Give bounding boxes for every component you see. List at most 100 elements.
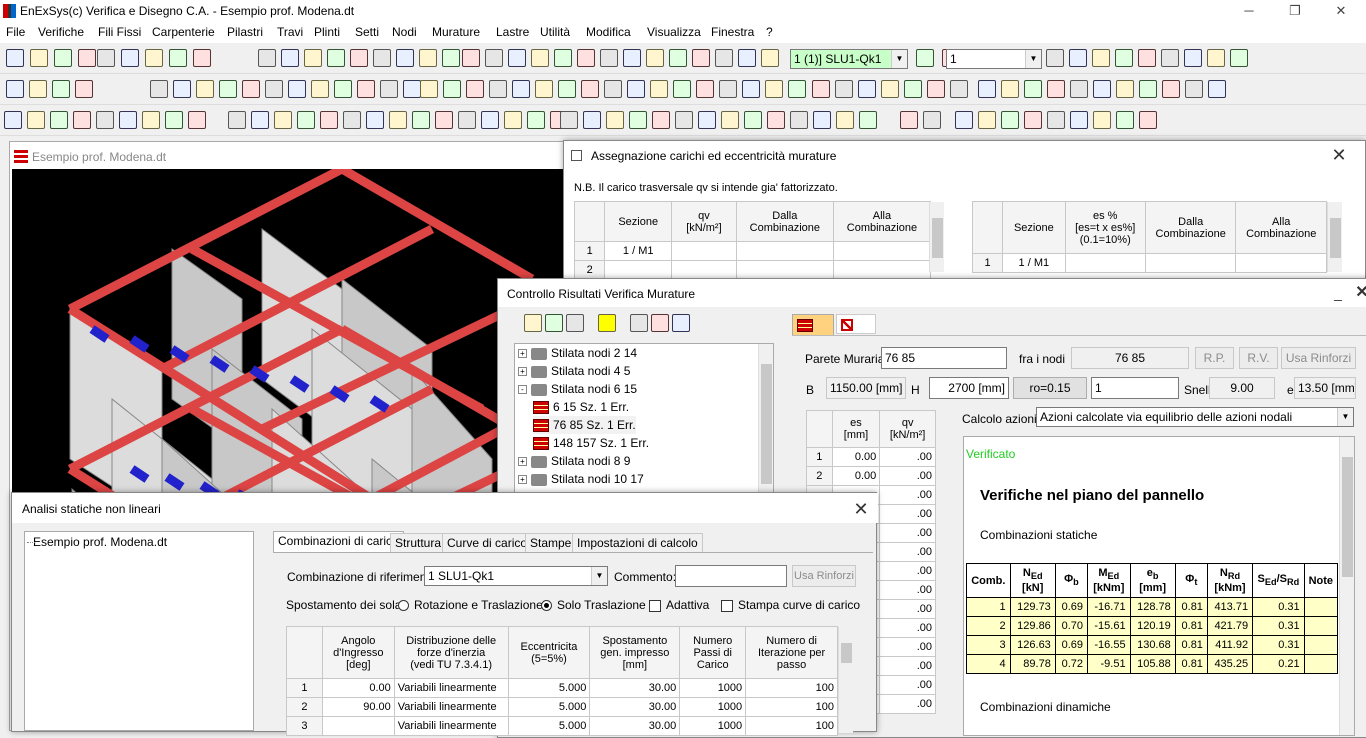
tool-icon[interactable] [462, 49, 480, 67]
tool-icon[interactable] [373, 49, 391, 67]
tool-icon[interactable] [978, 80, 996, 98]
tool-icon[interactable] [1185, 80, 1203, 98]
tool-icon[interactable] [715, 49, 733, 67]
h-input[interactable]: 2700 [mm] [929, 377, 1009, 399]
tool-icon[interactable] [193, 49, 211, 67]
tool-icon[interactable] [923, 111, 941, 129]
commento-input[interactable] [675, 565, 787, 587]
tab[interactable]: Impostazioni di calcolo [572, 533, 703, 553]
tool-icon[interactable] [646, 49, 664, 67]
tool-icon[interactable] [692, 49, 710, 67]
tool-icon[interactable] [950, 80, 968, 98]
menu-item[interactable]: Modifica [586, 25, 631, 39]
tool-icon[interactable] [403, 80, 421, 98]
close-icon[interactable]: ✕ [849, 499, 873, 519]
tree-item[interactable]: + Stilata nodi 2 14 [518, 344, 637, 362]
tool-icon[interactable] [1230, 49, 1248, 67]
tool-icon[interactable] [558, 80, 576, 98]
menu-item[interactable]: Carpenterie [152, 25, 215, 39]
tool-icon[interactable] [435, 111, 453, 129]
tool-icon[interactable] [1184, 49, 1202, 67]
tool-icon[interactable] [443, 80, 461, 98]
tool-icon[interactable] [790, 111, 808, 129]
tool-icon[interactable] [1024, 111, 1042, 129]
tool-icon[interactable] [334, 80, 352, 98]
minimize-icon[interactable]: _ [1326, 283, 1350, 303]
tool-icon[interactable] [1116, 111, 1134, 129]
close-icon[interactable]: ✕ [1327, 145, 1351, 165]
tool-icon[interactable] [196, 80, 214, 98]
rv-button[interactable]: R.V. [1239, 347, 1278, 369]
tool-icon[interactable] [1047, 80, 1065, 98]
tab[interactable]: Curve di carico [442, 533, 533, 553]
menu-item[interactable]: Pilastri [227, 25, 263, 39]
tool-icon[interactable] [812, 80, 830, 98]
carichi-scrollbar[interactable] [929, 202, 944, 272]
tool-icon[interactable] [75, 80, 93, 98]
tool-icon[interactable] [420, 80, 438, 98]
tool-icon[interactable] [380, 80, 398, 98]
tool-icon[interactable] [604, 80, 622, 98]
close-icon[interactable]: ✕ [1350, 283, 1366, 303]
tool-icon[interactable] [466, 80, 484, 98]
tool-icon[interactable] [73, 111, 91, 129]
tool-icon[interactable] [165, 111, 183, 129]
tab[interactable]: Struttura [390, 533, 447, 553]
tool-icon[interactable] [251, 111, 269, 129]
collapse-icon[interactable]: - [518, 385, 527, 395]
menu-item[interactable]: ? [766, 25, 773, 39]
expand-icon[interactable]: + [518, 475, 527, 485]
tool-icon[interactable] [6, 80, 24, 98]
tab[interactable]: Combinazioni di carico [273, 531, 404, 553]
tool-icon[interactable] [1046, 49, 1064, 67]
tool-icon[interactable] [581, 80, 599, 98]
menu-item[interactable]: Lastre [496, 25, 529, 39]
menu-item[interactable]: Verifiche [38, 25, 84, 39]
tool-icon[interactable] [767, 111, 785, 129]
analisi-scrollbar[interactable] [838, 627, 853, 733]
menu-item[interactable]: Travi [277, 25, 303, 39]
menu-item[interactable]: Setti [355, 25, 379, 39]
tool-icon[interactable] [836, 111, 854, 129]
select-icon[interactable] [566, 314, 584, 332]
tool-icon[interactable] [650, 80, 668, 98]
ro-button[interactable]: ro=0.15 [1013, 377, 1087, 399]
tool-icon[interactable] [669, 49, 687, 67]
tool-icon[interactable] [504, 111, 522, 129]
tree-item[interactable]: + Stilata nodi 10 17 [518, 470, 644, 488]
tool-icon[interactable] [288, 80, 306, 98]
tool-icon[interactable] [304, 49, 322, 67]
tool-icon[interactable] [1115, 49, 1133, 67]
tool-icon[interactable] [4, 111, 22, 129]
tool-icon[interactable] [652, 111, 670, 129]
tool-icon[interactable] [1139, 111, 1157, 129]
tool-icon[interactable] [535, 80, 553, 98]
tool-icon[interactable] [761, 49, 779, 67]
tool-icon[interactable] [1208, 80, 1226, 98]
tool-icon[interactable] [258, 49, 276, 67]
tool-icon[interactable] [281, 49, 299, 67]
cube-icon[interactable] [630, 314, 648, 332]
tool-icon[interactable] [1093, 80, 1111, 98]
tool-icon[interactable] [904, 80, 922, 98]
tool-icon[interactable] [343, 111, 361, 129]
tool-icon[interactable] [527, 111, 545, 129]
tool-icon[interactable] [673, 80, 691, 98]
tool-icon[interactable] [560, 111, 578, 129]
expand-icon[interactable]: + [518, 367, 527, 377]
tool-icon[interactable] [489, 80, 507, 98]
traslazione-radio[interactable]: Solo Traslazione [541, 598, 646, 612]
tool-icon[interactable] [916, 49, 934, 67]
tool-icon[interactable] [265, 80, 283, 98]
result-tab-wall[interactable] [792, 314, 834, 336]
menu-item[interactable]: Visualizza [647, 25, 701, 39]
adattiva-checkbox[interactable]: Adattiva [649, 598, 709, 612]
tool-icon[interactable] [188, 111, 206, 129]
tool-icon[interactable] [52, 80, 70, 98]
tool-icon[interactable] [1138, 49, 1156, 67]
tool-icon[interactable] [1161, 49, 1179, 67]
tree-scrollbar[interactable] [758, 344, 773, 492]
tree-item[interactable]: + Stilata nodi 4 5 [518, 362, 630, 380]
tool-icon[interactable] [97, 49, 115, 67]
tool-icon[interactable] [1024, 80, 1042, 98]
